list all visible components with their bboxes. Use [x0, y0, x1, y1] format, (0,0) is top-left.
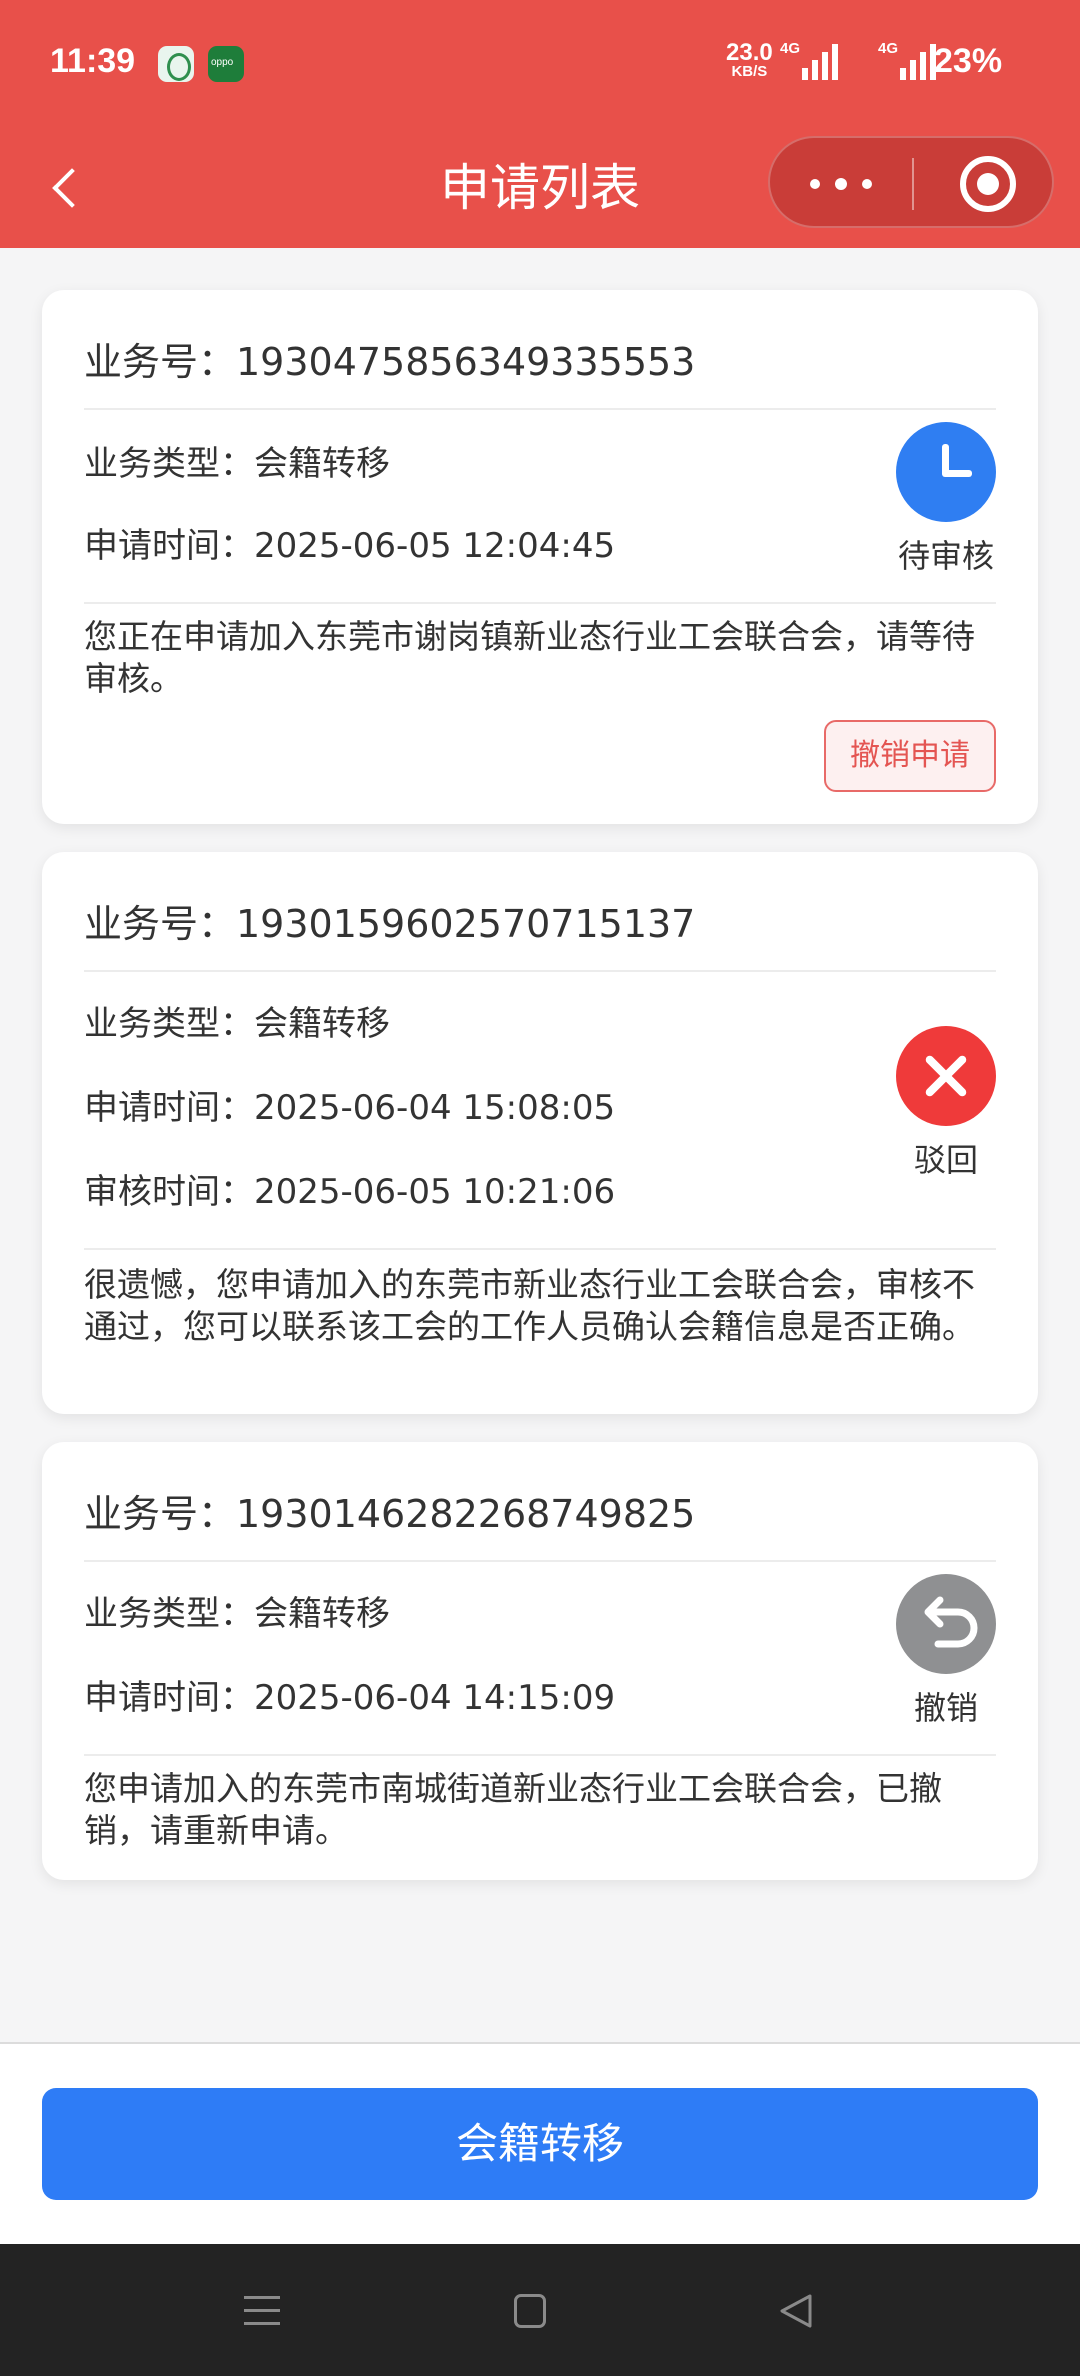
target-close-icon[interactable] — [960, 156, 1016, 212]
clock-icon — [896, 422, 996, 522]
status-message: 您正在申请加入东莞市谢岗镇新业态行业工会联合会，请等待审核。 — [84, 617, 975, 698]
undo-arrow-icon — [896, 1574, 996, 1674]
sim2-type: 4G — [878, 40, 899, 57]
network-speed-unit: KB/S — [731, 63, 768, 80]
application-card: 业务号：1930159602570715137 业务类型：会籍转移 申请时间：2… — [42, 852, 1038, 1414]
bottom-action-bar: 会籍转移 — [0, 2042, 1080, 2244]
status-bar: 11:39 23.0 KB/S 4G 4G 23% — [0, 0, 1080, 130]
sim1-type: 4G — [780, 40, 801, 57]
business-number: 业务号：1930146282268749825 — [84, 1442, 996, 1562]
battery-level: 23% — [934, 42, 1003, 80]
x-close-icon — [896, 1026, 996, 1126]
business-number: 业务号：1930475856349335553 — [84, 290, 996, 410]
signal-icon-sim1: 4G — [780, 40, 838, 80]
network-speed-value: 23.0 — [726, 39, 773, 66]
status-label: 撤销 — [913, 1689, 978, 1727]
apply-time: 申请时间：2025-06-05 12:04:45 — [84, 526, 616, 566]
network-speed: 23.0 KB/S — [726, 39, 773, 80]
business-type: 业务类型：会籍转移 — [84, 1004, 390, 1044]
business-type: 业务类型：会籍转移 — [84, 444, 390, 484]
miniprogram-capsule — [768, 136, 1054, 228]
application-card: 业务号：1930475856349335553 业务类型：会籍转移 申请时间：2… — [42, 290, 1038, 824]
oppo-app-icon — [208, 46, 244, 82]
back-triangle-icon[interactable] — [778, 2292, 814, 2330]
system-nav-bar — [0, 2244, 1080, 2376]
capsule-divider — [912, 158, 914, 210]
divider — [84, 1248, 996, 1250]
status-message: 很遗憾，您申请加入的东莞市新业态行业工会联合会，审核不通过，您可以联系该工会的工… — [84, 1265, 975, 1346]
menu-icon[interactable] — [244, 2294, 280, 2328]
revoke-application-button[interactable]: 撤销申请 — [824, 720, 996, 792]
status-message: 您申请加入的东莞市南城街道新业态行业工会联合会，已撤销，请重新申请。 — [84, 1769, 942, 1850]
apply-time: 申请时间：2025-06-04 15:08:05 — [84, 1088, 616, 1128]
application-card: 业务号：1930146282268749825 业务类型：会籍转移 申请时间：2… — [42, 1442, 1038, 1880]
status-label: 驳回 — [913, 1141, 978, 1179]
abc-bank-app-icon — [158, 46, 194, 82]
membership-transfer-button[interactable]: 会籍转移 — [42, 2088, 1038, 2200]
divider — [84, 602, 996, 604]
status-label: 待审核 — [897, 537, 994, 575]
nav-bar: 申请列表 — [0, 130, 1080, 248]
more-dots-icon[interactable] — [788, 152, 908, 214]
business-number: 业务号：1930159602570715137 — [84, 852, 996, 972]
status-time: 11:39 — [50, 42, 136, 80]
divider — [84, 1754, 996, 1756]
home-square-icon[interactable] — [514, 2294, 546, 2328]
top-bar: 11:39 23.0 KB/S 4G 4G 23% 申请列表 — [0, 0, 1080, 248]
business-type: 业务类型：会籍转移 — [84, 1594, 390, 1634]
signal-icon-sim2: 4G — [878, 40, 936, 80]
review-time: 审核时间：2025-06-05 10:21:06 — [84, 1172, 616, 1212]
apply-time: 申请时间：2025-06-04 14:15:09 — [84, 1678, 616, 1718]
